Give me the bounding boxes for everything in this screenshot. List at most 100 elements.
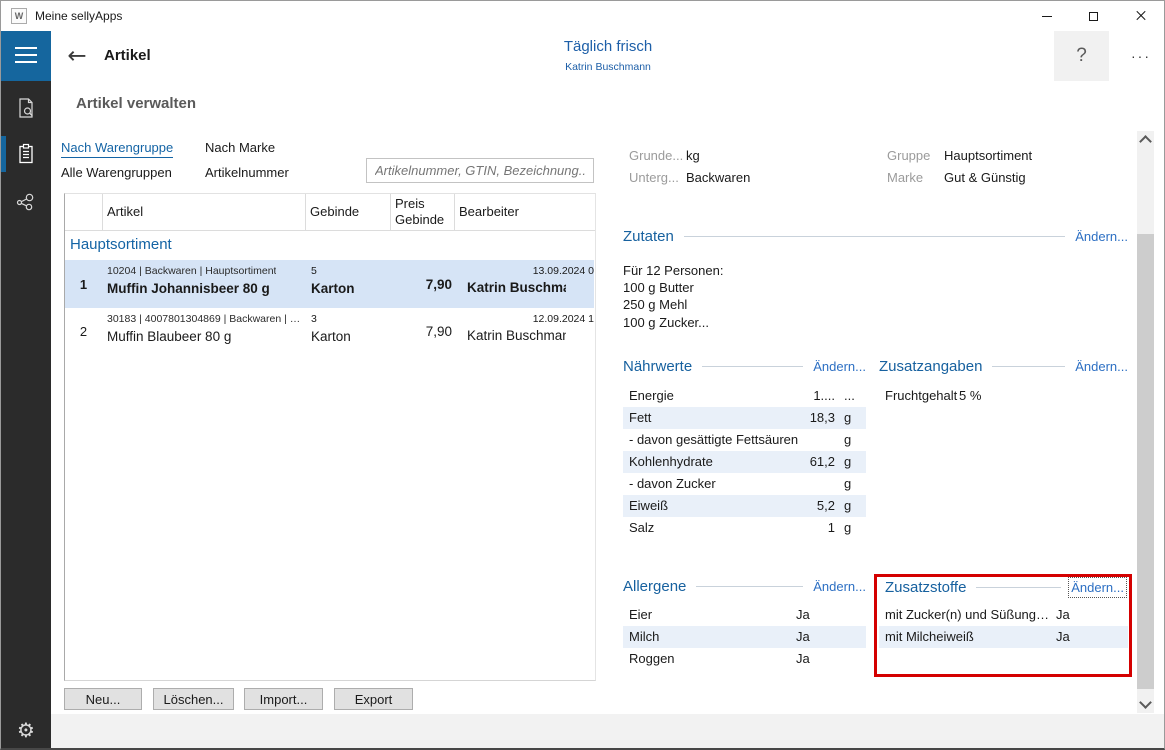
scrollbar-thumb[interactable]: [1137, 234, 1154, 689]
zusatzangaben-section-header: Zusatzangaben Ändern...: [879, 358, 1128, 375]
more-button[interactable]: ···: [1118, 31, 1164, 81]
table-row[interactable]: 2 30183 | 4007801304869 | Backwaren | Ha…: [65, 308, 594, 354]
sidebar-item-einstellungen[interactable]: ⚙: [1, 711, 51, 749]
import-button[interactable]: Import...: [244, 688, 323, 710]
row-article-name: Muffin Blaubeer 80 g: [107, 329, 231, 344]
column-header-bearbeiter[interactable]: Bearbeiter: [459, 204, 519, 219]
export-button[interactable]: Export: [334, 688, 413, 710]
row-meta: 30183 | 4007801304869 | Backwaren | Haup…: [107, 313, 303, 325]
sidebar-item-artikel[interactable]: [1, 135, 51, 173]
allergen-label: Roggen: [629, 651, 675, 666]
detail-scrollbar[interactable]: [1137, 131, 1154, 713]
nutrient-label: Energie: [629, 388, 674, 403]
zusatzangabe-label: Fruchtgehalt: [885, 388, 957, 403]
neu-button[interactable]: Neu...: [64, 688, 142, 710]
nutrient-label: Fett: [629, 410, 651, 425]
sidebar-item-verbindungen[interactable]: [1, 183, 51, 221]
nutrient-label: - davon Zucker: [629, 476, 716, 491]
zusatzangabe-value: 5 %: [959, 388, 981, 403]
row-unit: Karton: [311, 281, 355, 296]
app-window: W Meine sellyApps: [0, 0, 1165, 750]
allergen-row: Eier Ja: [623, 604, 866, 626]
user-name: Katrin Buschmann: [421, 61, 795, 73]
nutrient-label: Eiweiß: [629, 498, 668, 513]
naehrwerte-aendern-link[interactable]: Ändern...: [813, 359, 866, 374]
column-header-preis-line2[interactable]: Gebinde: [395, 212, 444, 227]
column-divider: [454, 194, 455, 230]
import-button-label: Import...: [260, 692, 308, 707]
column-header-preis-line1[interactable]: Preis: [395, 196, 425, 211]
neu-button-label: Neu...: [86, 692, 121, 707]
naehrwerte-row: Salz 1 g: [623, 517, 866, 539]
allergen-value: Ja: [796, 607, 810, 622]
zutaten-aendern-link[interactable]: Ändern...: [1075, 229, 1128, 244]
section-rule: [702, 366, 803, 367]
zusatzstoff-row: mit Zucker(n) und Süßungs... Ja: [879, 604, 1128, 626]
zusatzangaben-title: Zusatzangaben: [879, 358, 982, 375]
table-row[interactable]: 1 10204 | Backwaren | Hauptsortiment Muf…: [65, 260, 594, 308]
nutrient-label: Kohlenhydrate: [629, 454, 713, 469]
page-title: Artikel verwalten: [76, 95, 196, 112]
scroll-down-button[interactable]: [1137, 696, 1154, 713]
row-editor: Katrin Buschmann: [467, 280, 566, 295]
column-divider: [305, 194, 306, 230]
minimize-icon: [1042, 16, 1052, 17]
help-button[interactable]: ?: [1054, 31, 1109, 81]
tab-nach-warengruppe[interactable]: Nach Warengruppe: [61, 140, 173, 158]
naehrwerte-title: Nährwerte: [623, 358, 692, 375]
prop-label-untergruppe: Unterg...: [629, 170, 679, 185]
chevron-up-icon: [1139, 135, 1152, 148]
sidebar-item-lookup[interactable]: [1, 89, 51, 127]
prop-label-gruppe: Gruppe: [887, 148, 930, 163]
tab-nach-marke[interactable]: Nach Marke: [205, 140, 275, 155]
nutrient-unit: g: [844, 432, 851, 447]
minimize-button[interactable]: [1023, 1, 1070, 31]
naehrwerte-row: - davon Zucker g: [623, 473, 866, 495]
nutrient-value: 1....: [813, 388, 835, 403]
allergen-row: Milch Ja: [623, 626, 866, 648]
artikelnummer-filter[interactable]: Artikelnummer: [205, 165, 289, 180]
nutrient-unit: g: [844, 410, 851, 425]
column-header-gebinde[interactable]: Gebinde: [310, 204, 359, 219]
loeschen-button[interactable]: Löschen...: [153, 688, 234, 710]
naehrwerte-row: Kohlenhydrate 61,2 g: [623, 451, 866, 473]
menu-button[interactable]: [1, 31, 51, 81]
row-article-name: Muffin Johannisbeer 80 g: [107, 281, 270, 296]
maximize-button[interactable]: [1070, 1, 1117, 31]
allergen-value: Ja: [796, 629, 810, 644]
allergen-label: Milch: [629, 629, 659, 644]
nutrient-unit: g: [844, 476, 851, 491]
help-icon: ?: [1076, 45, 1087, 67]
nutrient-unit: g: [844, 454, 851, 469]
column-header-artikel[interactable]: Artikel: [107, 204, 143, 219]
back-button[interactable]: ←: [59, 39, 95, 73]
allergene-aendern-link[interactable]: Ändern...: [813, 579, 866, 594]
zusatzstoffe-aendern-link[interactable]: Ändern...: [1071, 580, 1124, 595]
sidebar: ⚙: [1, 81, 51, 749]
scroll-up-button[interactable]: [1137, 131, 1154, 148]
zusatzangaben-aendern-link[interactable]: Ändern...: [1075, 359, 1128, 374]
prop-label-marke: Marke: [887, 170, 923, 185]
zutaten-title: Zutaten: [623, 228, 674, 245]
export-button-label: Export: [355, 692, 393, 707]
nutrient-unit: g: [844, 520, 851, 535]
header-divider: [65, 230, 595, 231]
nutrient-value: 5,2: [817, 498, 835, 513]
close-button[interactable]: [1117, 1, 1164, 31]
naehrwerte-row: Eiweiß 5,2 g: [623, 495, 866, 517]
section-rule: [976, 587, 1061, 588]
row-qty: 3: [311, 313, 317, 325]
row-qty: 5: [311, 265, 317, 277]
search-input[interactable]: [366, 158, 594, 183]
section-rule: [696, 586, 803, 587]
allergen-value: Ja: [796, 651, 810, 666]
group-header[interactable]: Hauptsortiment: [70, 236, 172, 253]
zusatzstoffe-section-header: Zusatzstoffe Ändern...: [885, 579, 1124, 596]
row-number: 1: [65, 260, 102, 308]
allergene-title: Allergene: [623, 578, 686, 595]
section-rule: [992, 366, 1065, 367]
zusatzstoff-value: Ja: [1056, 629, 1070, 644]
zusatzstoff-label: mit Zucker(n) und Süßungs...: [885, 607, 1053, 622]
warengruppen-filter[interactable]: Alle Warengruppen: [61, 165, 172, 180]
zusatzangaben-row: Fruchtgehalt 5 %: [879, 385, 1128, 407]
